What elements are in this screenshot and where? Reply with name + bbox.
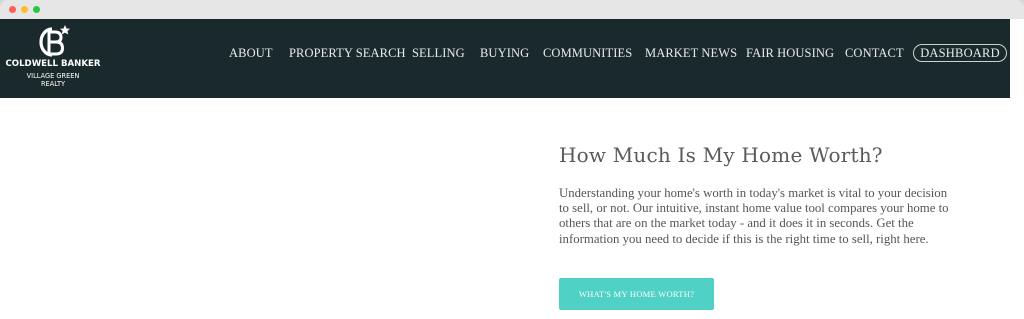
close-window-button[interactable]: [9, 6, 16, 13]
minimize-window-button[interactable]: [21, 6, 28, 13]
nav-buying[interactable]: BUYING: [480, 46, 529, 61]
browser-title-bar: [0, 0, 1024, 19]
nav-about[interactable]: ABOUT: [229, 46, 273, 61]
page-scrollbar[interactable]: [1010, 19, 1024, 319]
nav-selling[interactable]: SELLING: [412, 46, 465, 61]
nav-fair-housing[interactable]: FAIR HOUSING: [746, 46, 834, 61]
home-worth-description: Understanding your home's worth in today…: [559, 186, 949, 246]
site-header: COLDWELL BANKER VILLAGE GREEN REALTY ABO…: [0, 19, 1010, 98]
coldwell-banker-logo-icon: [39, 25, 70, 57]
dashboard-button[interactable]: DASHBOARD: [913, 44, 1007, 62]
nav-property-search[interactable]: PROPERTY SEARCH: [289, 46, 406, 61]
web-page: COLDWELL BANKER VILLAGE GREEN REALTY ABO…: [0, 19, 1010, 319]
home-worth-heading: How Much Is My Home Worth?: [559, 143, 883, 167]
browser-window: COLDWELL BANKER VILLAGE GREEN REALTY ABO…: [0, 0, 1024, 319]
home-worth-button[interactable]: WHAT'S MY HOME WORTH?: [559, 278, 714, 310]
nav-market-news[interactable]: MARKET NEWS: [645, 46, 737, 61]
nav-contact[interactable]: CONTACT: [845, 46, 904, 61]
logo-realty-text: REALTY: [40, 80, 66, 88]
maximize-window-button[interactable]: [33, 6, 40, 13]
logo-office-text: VILLAGE GREEN: [26, 72, 80, 80]
site-logo[interactable]: COLDWELL BANKER VILLAGE GREEN REALTY: [0, 19, 110, 98]
logo-brand-text: COLDWELL BANKER: [5, 59, 101, 69]
nav-communities[interactable]: COMMUNITIES: [543, 46, 632, 61]
